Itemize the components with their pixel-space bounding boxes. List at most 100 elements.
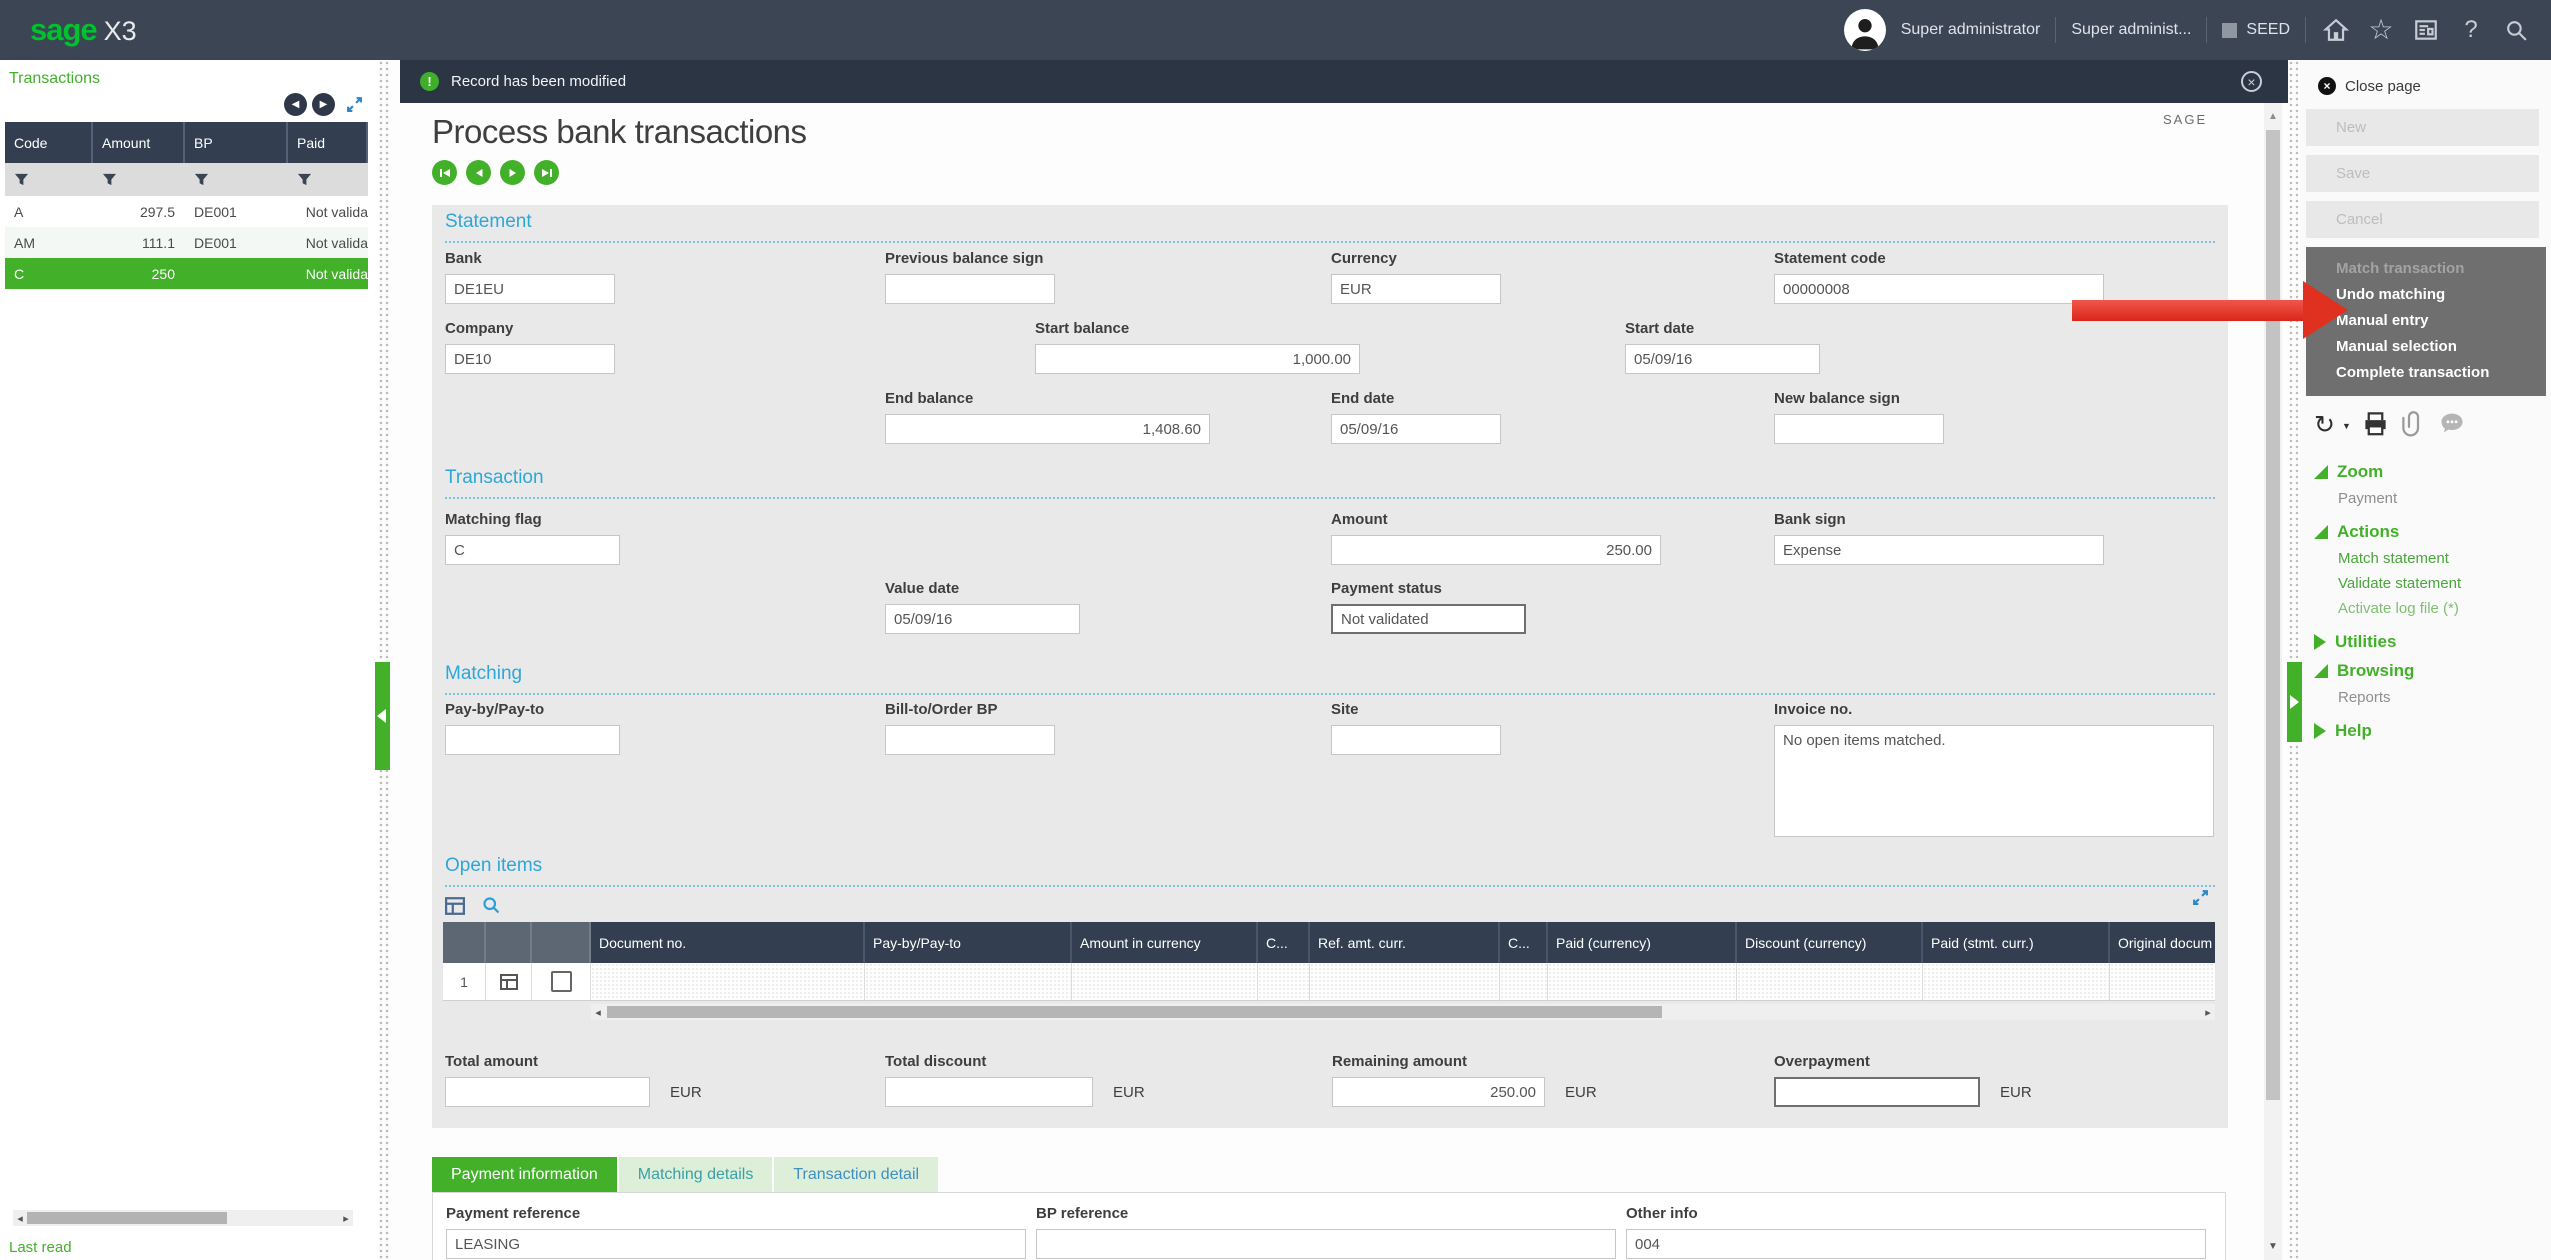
close-page-button[interactable]: × Close page xyxy=(2318,77,2551,95)
value-date-field[interactable] xyxy=(885,604,1080,634)
column-header-bp[interactable]: BP xyxy=(185,122,288,163)
right-splitter-handle[interactable] xyxy=(2287,662,2302,742)
grid-header-document-no[interactable]: Document no. xyxy=(591,922,865,963)
matching-flag-field[interactable] xyxy=(445,535,620,565)
avatar[interactable] xyxy=(1844,9,1886,51)
column-header-code[interactable]: Code xyxy=(5,122,93,163)
site-field[interactable] xyxy=(1331,725,1501,755)
cell-document-no[interactable] xyxy=(591,963,865,1001)
cell-c2[interactable] xyxy=(1500,963,1548,1001)
first-record-button[interactable] xyxy=(432,160,457,185)
statement-code-field[interactable] xyxy=(1774,274,2104,304)
grid-search-icon[interactable] xyxy=(481,895,502,921)
cell-paid-stmt-curr[interactable] xyxy=(1923,963,2110,1001)
cell-discount-currency[interactable] xyxy=(1737,963,1923,1001)
total-discount-field[interactable] xyxy=(885,1077,1093,1107)
nav-section-browsing[interactable]: Browsing xyxy=(2314,661,2551,681)
bill-to-field[interactable] xyxy=(885,725,1055,755)
filter-funnel-icon[interactable] xyxy=(93,172,185,187)
cell-amount-in-currency[interactable] xyxy=(1072,963,1258,1001)
start-date-field[interactable] xyxy=(1625,344,1820,374)
expand-panel-icon[interactable] xyxy=(346,96,363,113)
nav-section-utilities[interactable]: Utilities xyxy=(2314,632,2551,652)
payment-reference-field[interactable] xyxy=(446,1229,1026,1259)
previous-balance-sign-field[interactable] xyxy=(885,274,1055,304)
invoice-no-field[interactable]: No open items matched. xyxy=(1774,725,2214,837)
payment-status-field[interactable] xyxy=(1331,604,1526,634)
filter-funnel-icon[interactable] xyxy=(5,172,93,187)
cell-pay-by[interactable] xyxy=(865,963,1072,1001)
grid-header-ref-amt-curr[interactable]: Ref. amt. curr. xyxy=(1310,922,1500,963)
news-icon[interactable] xyxy=(2411,15,2441,45)
cell-original-document[interactable] xyxy=(2110,963,2215,1001)
menu-item-complete-transaction[interactable]: Complete transaction xyxy=(2306,360,2546,386)
prev-page-button[interactable]: ◀ xyxy=(284,93,307,116)
table-row-selected[interactable]: C 250 Not valida xyxy=(5,258,368,289)
nav-item-match-statement[interactable]: Match statement xyxy=(2338,550,2551,567)
scroll-right-arrow[interactable]: ▸ xyxy=(2201,1006,2215,1019)
grid-header-c2[interactable]: C... xyxy=(1500,922,1548,963)
user-scope[interactable]: Super administ... xyxy=(2071,21,2191,39)
scrollbar-thumb[interactable] xyxy=(607,1006,1662,1018)
next-record-button[interactable] xyxy=(500,160,525,185)
table-row[interactable]: AM 111.1 DE001 Not valida xyxy=(5,227,368,258)
pay-by-field[interactable] xyxy=(445,725,620,755)
column-header-amount[interactable]: Amount xyxy=(93,122,185,163)
row-detail-icon[interactable] xyxy=(486,963,532,1001)
refresh-dropdown-icon[interactable]: ▼ xyxy=(2342,421,2351,431)
company-field[interactable] xyxy=(445,344,615,374)
amount-field[interactable] xyxy=(1331,535,1661,565)
overpayment-field[interactable] xyxy=(1774,1077,1980,1107)
attachment-paperclip-icon[interactable] xyxy=(2400,410,2427,442)
scroll-left-arrow[interactable]: ◂ xyxy=(13,1212,27,1225)
cell-c1[interactable] xyxy=(1258,963,1310,1001)
search-icon[interactable] xyxy=(2501,15,2531,45)
cell-paid-currency[interactable] xyxy=(1548,963,1737,1001)
scroll-up-arrow[interactable]: ▲ xyxy=(2264,111,2282,122)
tab-matching-details[interactable]: Matching details xyxy=(619,1157,773,1192)
bank-sign-field[interactable] xyxy=(1774,535,2104,565)
grid-header-paid-stmt-curr[interactable]: Paid (stmt. curr.) xyxy=(1923,922,2110,963)
bp-reference-field[interactable] xyxy=(1036,1229,1616,1259)
print-icon[interactable] xyxy=(2362,410,2389,442)
grid-settings-icon[interactable] xyxy=(445,896,465,921)
refresh-icon[interactable]: ↻ xyxy=(2314,413,2335,438)
home-icon[interactable] xyxy=(2321,15,2351,45)
tab-transaction-detail[interactable]: Transaction detail xyxy=(774,1157,938,1192)
nav-section-zoom[interactable]: Zoom xyxy=(2314,462,2551,482)
endpoint-selector[interactable]: SEED xyxy=(2222,21,2290,39)
cell-ref-amt-curr[interactable] xyxy=(1310,963,1500,1001)
start-balance-field[interactable] xyxy=(1035,344,1360,374)
nav-section-actions[interactable]: Actions xyxy=(2314,522,2551,542)
scrollbar-thumb[interactable] xyxy=(27,1212,227,1224)
remaining-amount-field[interactable] xyxy=(1332,1077,1545,1107)
notification-close-icon[interactable]: × xyxy=(2241,71,2262,92)
grid-header-paid-currency[interactable]: Paid (currency) xyxy=(1548,922,1737,963)
previous-record-button[interactable] xyxy=(466,160,491,185)
main-vertical-scrollbar[interactable]: ▲ ▼ xyxy=(2264,103,2282,1260)
grid-horizontal-scrollbar[interactable]: ◂ ▸ xyxy=(591,1004,2215,1020)
column-header-paid[interactable]: Paid xyxy=(288,122,368,163)
table-row[interactable]: A 297.5 DE001 Not valida xyxy=(5,196,368,227)
end-balance-field[interactable] xyxy=(885,414,1210,444)
end-date-field[interactable] xyxy=(1331,414,1501,444)
left-splitter-handle[interactable] xyxy=(375,662,390,770)
nav-item-validate-statement[interactable]: Validate statement xyxy=(2338,575,2551,592)
user-name[interactable]: Super administrator xyxy=(1901,21,2041,39)
grid-header-amount-in-currency[interactable]: Amount in currency xyxy=(1072,922,1258,963)
row-checkbox[interactable] xyxy=(551,971,572,992)
nav-item-reports[interactable]: Reports xyxy=(2338,689,2551,706)
nav-item-payment[interactable]: Payment xyxy=(2338,490,2551,507)
filter-funnel-icon[interactable] xyxy=(185,172,288,187)
nav-section-help[interactable]: Help xyxy=(2314,721,2551,741)
grid-header-c1[interactable]: C... xyxy=(1258,922,1310,963)
scroll-right-arrow[interactable]: ▸ xyxy=(339,1212,353,1225)
last-record-button[interactable] xyxy=(534,160,559,185)
scrollbar-thumb[interactable] xyxy=(2266,130,2280,1100)
new-balance-sign-field[interactable] xyxy=(1774,414,1944,444)
horizontal-scrollbar[interactable]: ◂ ▸ xyxy=(13,1210,353,1226)
scroll-down-arrow[interactable]: ▼ xyxy=(2264,1241,2282,1252)
comments-bubble-icon[interactable] xyxy=(2438,409,2466,442)
tab-payment-information[interactable]: Payment information xyxy=(432,1157,617,1192)
total-amount-field[interactable] xyxy=(445,1077,650,1107)
